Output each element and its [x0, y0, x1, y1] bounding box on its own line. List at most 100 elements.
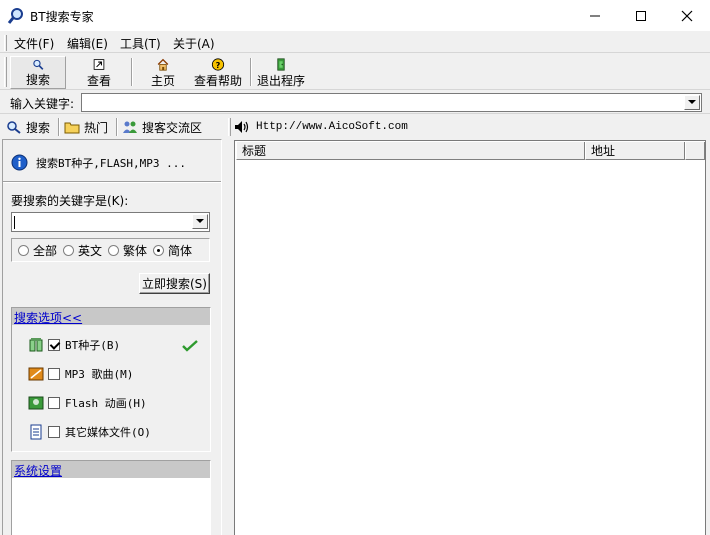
- toolbar-home-label: 主页: [150, 74, 175, 88]
- text-caret: [14, 216, 15, 229]
- radio-all-label: 全部: [33, 243, 58, 258]
- menu-tools[interactable]: 工具(T): [120, 35, 161, 52]
- title-bar: BT搜索专家: [0, 0, 710, 31]
- toolbar-help-button[interactable]: ? 查看帮助: [190, 56, 246, 89]
- option-other-media[interactable]: 其它媒体文件(O): [28, 424, 151, 440]
- keyword-combobox[interactable]: [81, 93, 702, 112]
- info-icon: [11, 154, 28, 171]
- maximize-icon: [636, 10, 646, 21]
- maximize-button[interactable]: [618, 0, 664, 31]
- toolbar-view-label: 查看: [86, 74, 111, 88]
- close-icon: [681, 10, 693, 21]
- toolbar-exit-label: 退出程序: [256, 74, 305, 88]
- users-icon: [123, 121, 137, 133]
- column-header-title[interactable]: 标题: [236, 142, 585, 160]
- search-options-toggle-link[interactable]: 搜索选项<<: [14, 309, 82, 326]
- menu-grip[interactable]: [4, 35, 7, 51]
- music-icon: [28, 367, 44, 381]
- search-keyword-dropdown-button[interactable]: [192, 214, 208, 229]
- option-mp3-label: MP3 歌曲(M): [65, 368, 134, 381]
- url-bar: Http://www.AicoSoft.com: [228, 116, 708, 138]
- option-bt-seed[interactable]: BT种子(B): [28, 337, 120, 353]
- system-settings-header: 系统设置: [12, 461, 210, 478]
- column-header-extra[interactable]: [685, 142, 705, 160]
- magnifier-icon: [7, 8, 23, 24]
- column-header-address[interactable]: 地址: [585, 142, 685, 160]
- keyword-dropdown-button[interactable]: [684, 95, 700, 110]
- radio-circle: [63, 244, 75, 256]
- speaker-icon: [235, 121, 249, 133]
- search-panel: 搜索BT种子,FLASH,MP3 ... 要搜索的关键字是(K): 全部 英文 …: [2, 139, 222, 535]
- toolbar-search-button[interactable]: 搜索: [10, 56, 66, 89]
- search-keyword-combobox[interactable]: [11, 212, 210, 232]
- tab-search-label: 搜索: [26, 120, 51, 135]
- radio-english[interactable]: 英文: [63, 242, 102, 259]
- home-icon: [157, 58, 169, 71]
- minimize-icon: [590, 15, 600, 16]
- chevron-down-icon: [688, 100, 696, 104]
- menu-about[interactable]: 关于(A): [173, 35, 215, 52]
- radio-all[interactable]: 全部: [18, 242, 57, 259]
- toolbar-view-button[interactable]: 查看: [78, 56, 120, 89]
- radio-circle-selected: [153, 244, 165, 256]
- option-flash-label: Flash 动画(H): [65, 397, 147, 410]
- system-settings-link[interactable]: 系统设置: [14, 462, 62, 479]
- document-icon: [30, 424, 42, 440]
- option-flash-checkbox[interactable]: [48, 397, 60, 409]
- toolbar-home-button[interactable]: 主页: [142, 56, 184, 89]
- option-other-media-label: 其它媒体文件(O): [65, 426, 151, 439]
- toolbar-grip[interactable]: [4, 57, 7, 87]
- option-flash[interactable]: Flash 动画(H): [28, 395, 147, 411]
- left-tab-strip: 搜索 热门 搜客交流区: [0, 116, 222, 138]
- option-other-media-checkbox[interactable]: [48, 426, 60, 438]
- help-icon: ?: [211, 58, 225, 71]
- search-icon: [33, 59, 44, 70]
- search-now-button[interactable]: 立即搜索(S): [139, 273, 210, 294]
- tab-separator: [58, 118, 60, 136]
- search-options-header: 搜索选项<<: [12, 308, 210, 325]
- menu-edit[interactable]: 编辑(E): [67, 35, 108, 52]
- radio-english-label: 英文: [78, 243, 103, 258]
- results-list-view[interactable]: 标题 地址: [234, 140, 706, 535]
- radio-circle: [18, 244, 29, 256]
- site-url-link[interactable]: Http://www.AicoSoft.com: [256, 121, 408, 133]
- close-button[interactable]: [664, 0, 710, 31]
- search-keyword-prompt: 要搜索的关键字是(K):: [11, 194, 129, 208]
- radio-simplified[interactable]: 简体: [153, 242, 192, 259]
- tab-separator: [116, 118, 118, 136]
- search-now-label: 立即搜索(S): [142, 277, 207, 291]
- keyword-bar: 输入关键字:: [0, 91, 710, 114]
- column-address-label: 地址: [591, 144, 616, 158]
- option-bt-seed-checkbox[interactable]: [48, 339, 60, 351]
- column-title-label: 标题: [242, 144, 267, 158]
- tab-hot-label: 热门: [84, 120, 109, 135]
- toolbar-help-label: 查看帮助: [193, 74, 242, 88]
- menu-file[interactable]: 文件(F): [14, 35, 54, 52]
- toolbar-search-label: 搜索: [25, 73, 50, 87]
- panel-divider: [3, 181, 221, 183]
- exit-icon: [277, 58, 285, 71]
- radio-traditional-label: 繁体: [123, 243, 148, 258]
- option-mp3-checkbox[interactable]: [48, 368, 60, 380]
- tab-hot[interactable]: 热门: [64, 116, 108, 138]
- search-options-box: 搜索选项<< BT种子(B) MP3 歌曲(M) Flash 动画(H) 其它媒…: [11, 307, 211, 452]
- minimize-button[interactable]: [572, 0, 618, 31]
- keyword-label: 输入关键字:: [10, 97, 75, 111]
- tab-forum[interactable]: 搜客交流区: [122, 116, 202, 138]
- radio-traditional[interactable]: 繁体: [108, 242, 147, 259]
- toolbar-separator: [250, 58, 252, 86]
- toolbar-separator: [131, 58, 133, 86]
- panel-splitter[interactable]: [222, 116, 228, 535]
- search-icon: [7, 121, 21, 134]
- search-info-text: 搜索BT种子,FLASH,MP3 ...: [36, 156, 186, 170]
- option-bt-seed-label: BT种子(B): [65, 339, 121, 352]
- view-icon: [93, 59, 105, 70]
- toolbar-exit-button[interactable]: 退出程序: [255, 56, 307, 89]
- option-mp3[interactable]: MP3 歌曲(M): [28, 366, 133, 382]
- toolbar: 搜索 查看 主页 ? 查看帮助 退出程序: [0, 54, 710, 90]
- menu-bar: 文件(F) 编辑(E) 工具(T) 关于(A): [0, 31, 710, 53]
- tab-search[interactable]: 搜索: [6, 116, 50, 138]
- system-settings-box: 系统设置: [11, 460, 211, 535]
- radio-circle: [108, 244, 120, 256]
- search-info: 搜索BT种子,FLASH,MP3 ...: [11, 154, 186, 171]
